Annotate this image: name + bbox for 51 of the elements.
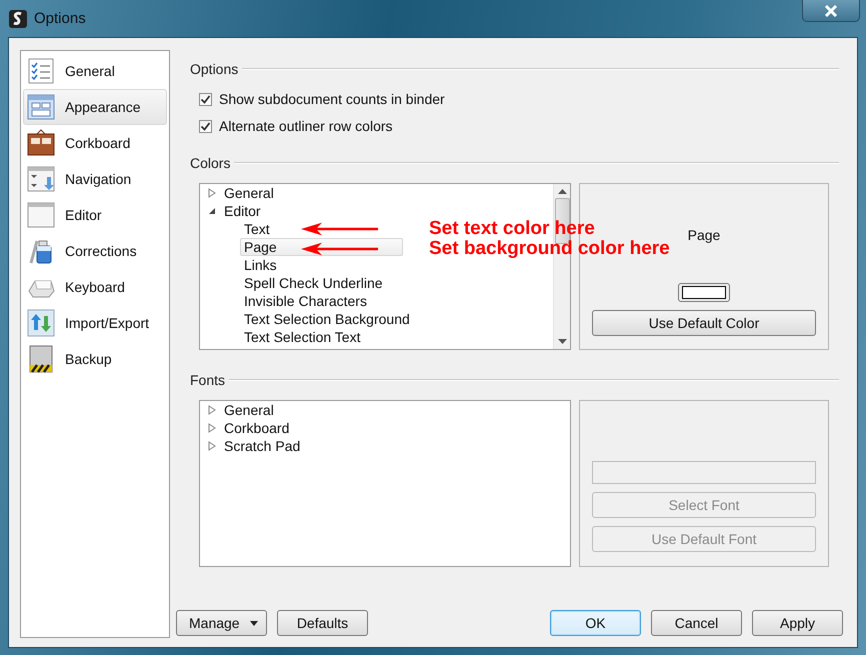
checkbox-label: Alternate outliner row colors [219, 118, 393, 134]
window-layout-icon [27, 93, 55, 121]
corkboard-icon [27, 129, 55, 157]
sidebar-item[interactable]: Import/Export [23, 305, 167, 341]
sidebar-item[interactable]: Corrections [23, 233, 167, 269]
annotation-text: Set text color here [429, 218, 595, 240]
checkbox-label: Show subdocument counts in binder [219, 91, 445, 107]
tree-item[interactable]: Editor [220, 202, 265, 220]
defaults-button[interactable]: Defaults [277, 610, 368, 636]
sidebar-item[interactable]: Corkboard [23, 125, 167, 161]
blank-window-icon [27, 201, 55, 229]
up-down-arrows-icon [27, 309, 55, 337]
checkbox[interactable] [199, 120, 212, 132]
sidebar-item[interactable]: Navigation [23, 161, 167, 197]
manage-menu-button[interactable]: Manage [176, 610, 267, 636]
window-title: Options [34, 10, 86, 27]
tree-item[interactable]: General [220, 401, 278, 419]
sidebar-item[interactable]: General [23, 53, 167, 89]
scroll-up-icon[interactable] [558, 188, 566, 194]
dialog-button[interactable]: OK [550, 610, 641, 636]
tree-item[interactable]: Scratch Pad [220, 437, 304, 455]
scroll-down-icon[interactable] [558, 339, 566, 345]
sidebar-item[interactable]: Editor [23, 197, 167, 233]
tree-item[interactable]: Page [240, 238, 403, 256]
checkbox[interactable] [199, 92, 212, 106]
app-logo-icon [8, 8, 28, 28]
section-heading: Fonts [190, 372, 226, 388]
tree-item[interactable]: Invisible Characters [240, 292, 371, 310]
tree-item[interactable]: Links [240, 256, 281, 274]
sidebar-item[interactable]: Backup [23, 341, 167, 377]
tree-item[interactable]: Corkboard [220, 419, 294, 437]
sidebar-item[interactable]: Appearance [23, 89, 167, 125]
section-heading: Options [190, 61, 238, 77]
dropdown-caret-icon [250, 620, 258, 626]
tree-item[interactable]: Text Selection Text [240, 328, 364, 346]
color-name-label: Page [688, 227, 720, 243]
tree-item[interactable]: Spell Check Underline [240, 274, 387, 292]
annotation-text: Set background color here [429, 238, 670, 260]
tree-item[interactable]: Text Selection Background [240, 310, 414, 328]
section-heading: Colors [190, 155, 230, 171]
dialog-button[interactable]: Apply [752, 610, 843, 636]
close-icon [824, 4, 838, 16]
dialog-button[interactable]: Cancel [651, 610, 742, 636]
close-button[interactable] [802, 0, 860, 22]
use-default-color-button[interactable]: Use Default Color [592, 310, 816, 336]
tree-item[interactable]: Text [240, 220, 274, 238]
checklist-icon [27, 57, 55, 85]
hard-drive-icon [27, 345, 55, 373]
tree-item[interactable]: General [220, 184, 278, 202]
sidebar-item[interactable]: Keyboard [23, 269, 167, 305]
color-swatch[interactable] [678, 283, 730, 302]
